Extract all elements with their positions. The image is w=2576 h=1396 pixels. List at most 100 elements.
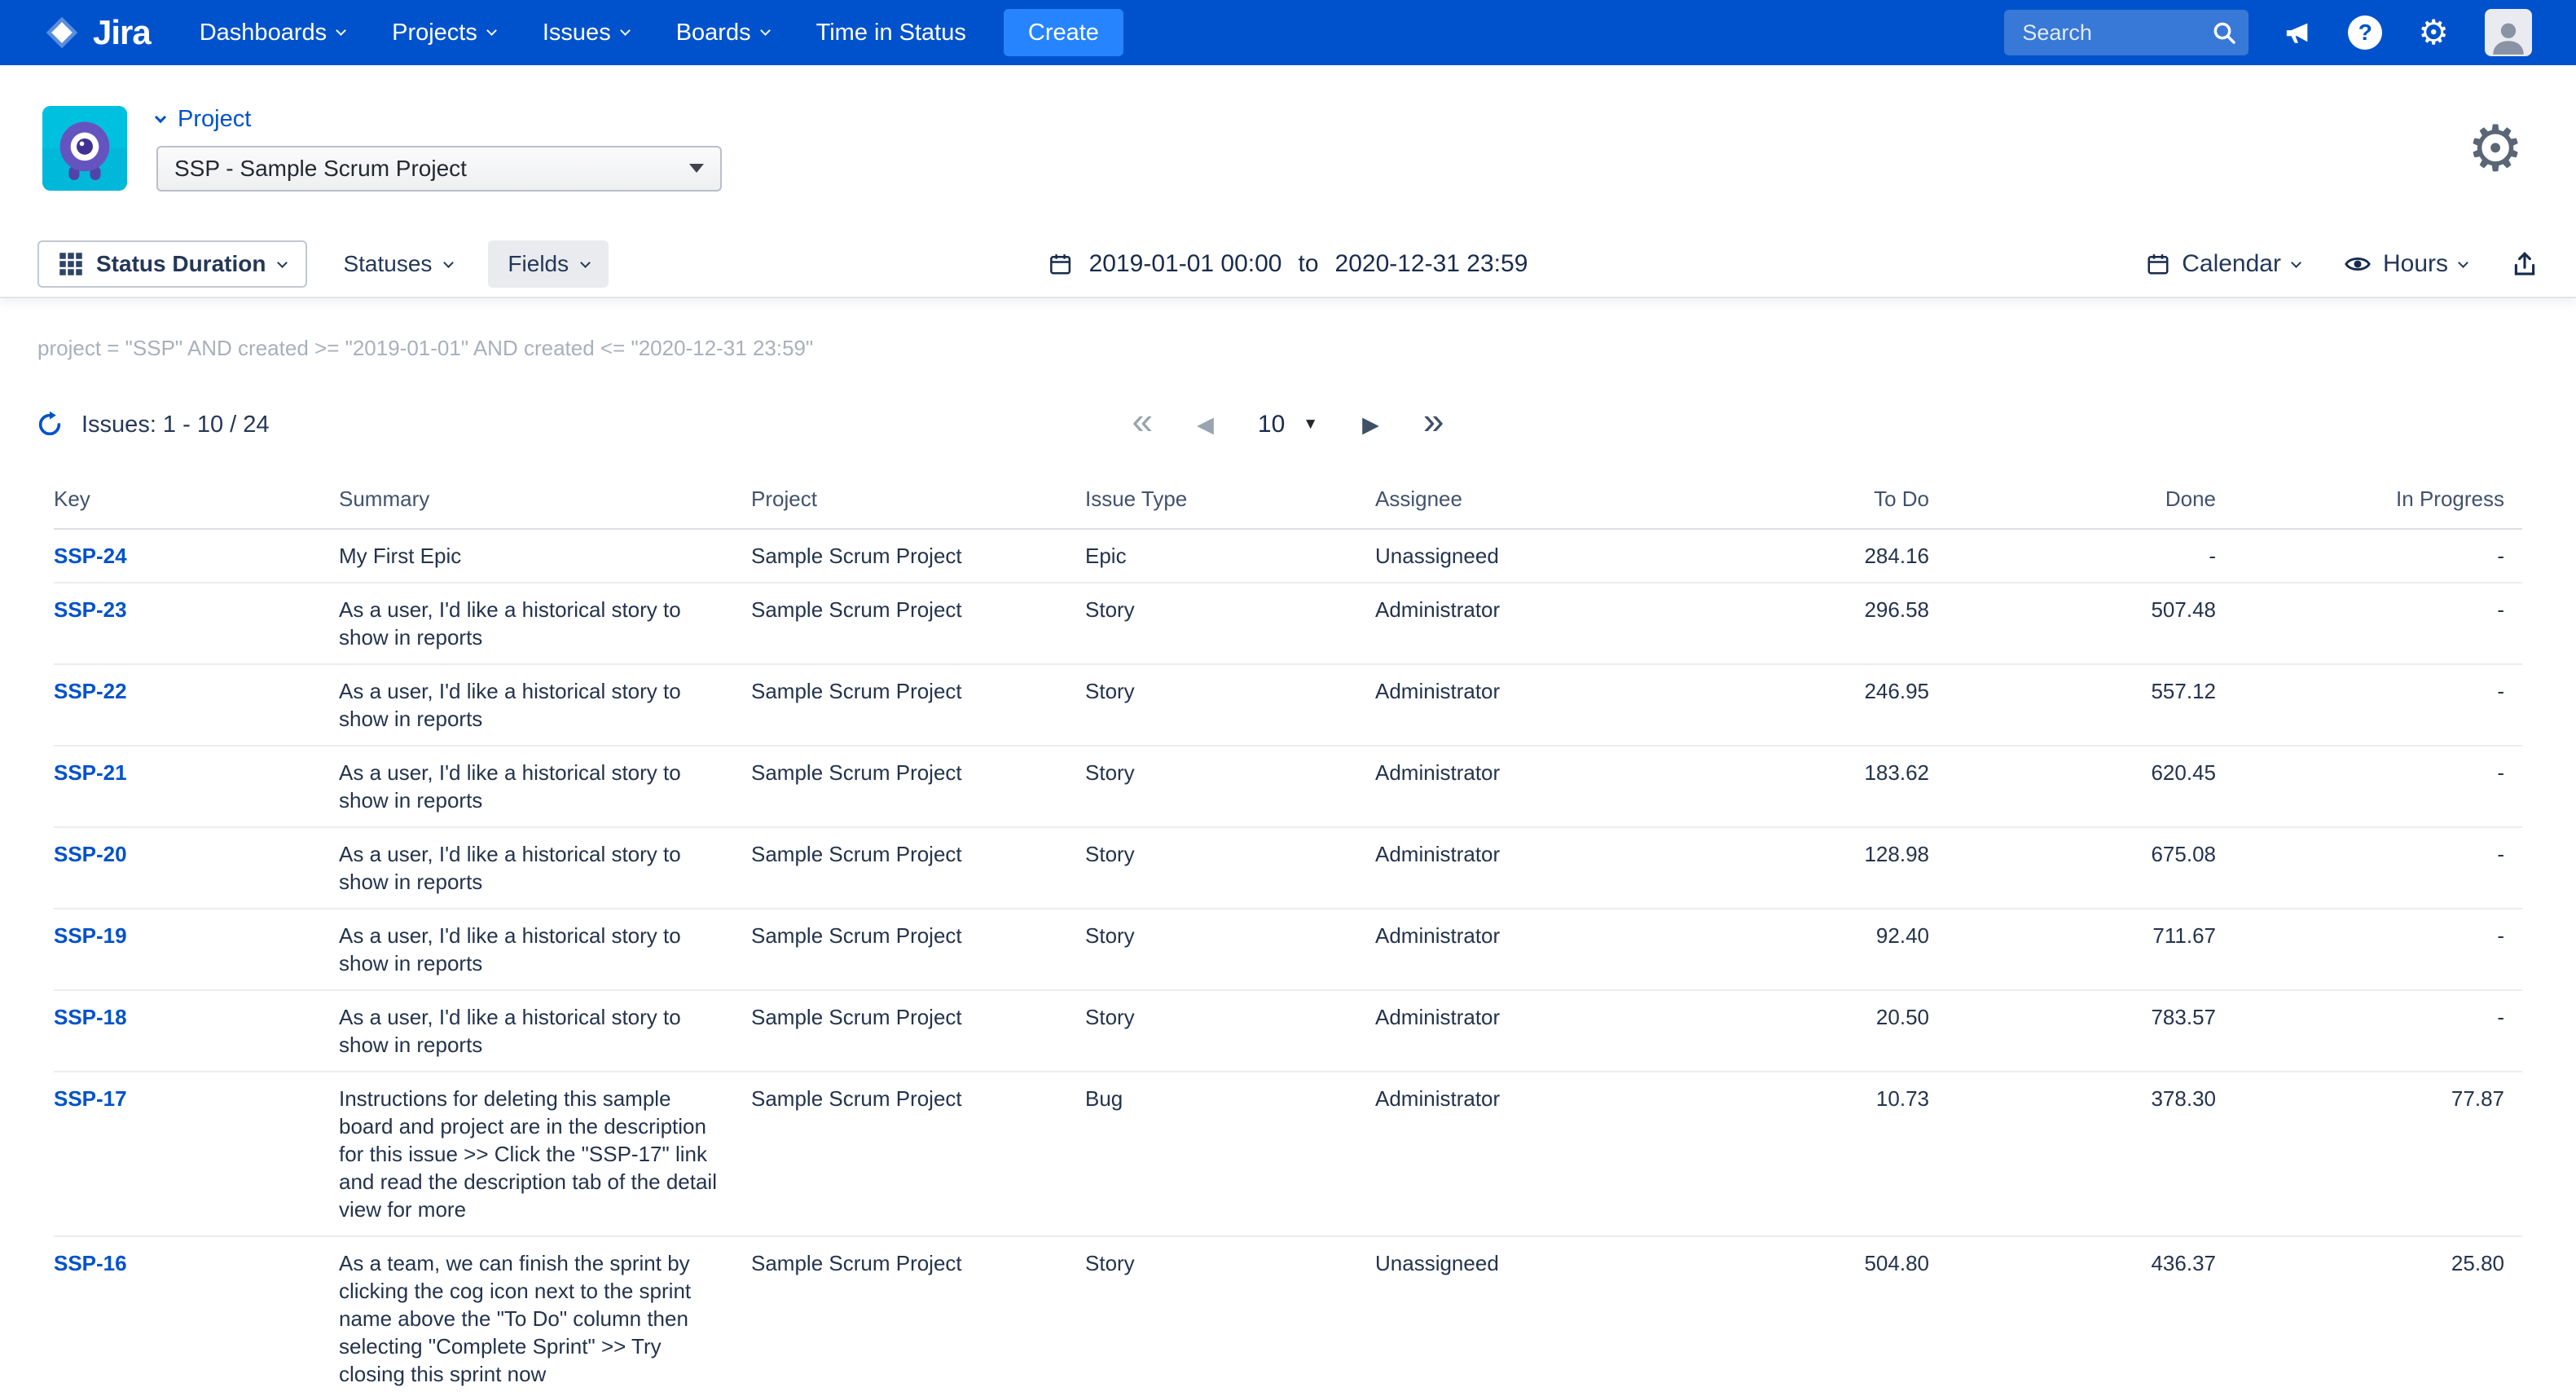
issue-key-link[interactable]: SSP-17 (54, 1086, 127, 1111)
nav-item-issues[interactable]: Issues (543, 20, 629, 46)
issue-summary: Instructions for deleting this sample bo… (339, 1072, 751, 1236)
table-row: SSP-21 As a user, I'd like a historical … (54, 746, 2522, 827)
project-avatar (42, 106, 127, 191)
issue-project: Sample Scrum Project (751, 746, 1085, 827)
export-icon (2511, 250, 2539, 278)
issue-done-value: - (1929, 529, 2216, 583)
nav-item-label: Dashboards (200, 20, 327, 46)
table-row: SSP-22 As a user, I'd like a historical … (54, 664, 2522, 746)
nav-item-label: Projects (392, 20, 477, 46)
issue-type: Story (1085, 990, 1375, 1072)
issue-todo-value: 246.95 (1701, 664, 1929, 746)
page-size-value: 10 (1258, 411, 1285, 438)
toolbar-left: Status Duration Statuses Fields (37, 240, 609, 288)
issue-assignee: Unassigneed (1375, 1236, 1701, 1396)
calendar-dropdown-button[interactable]: Calendar (2146, 240, 2300, 288)
issue-project: Sample Scrum Project (751, 1236, 1085, 1396)
refresh-icon[interactable] (36, 411, 64, 438)
nav-item-label: Boards (676, 20, 751, 46)
issue-done-value: 711.67 (1929, 909, 2216, 990)
issue-inprogress-value: 77.87 (2216, 1072, 2522, 1236)
status-duration-button[interactable]: Status Duration (37, 240, 307, 288)
date-range[interactable]: 2019-01-01 00:00 to 2020-12-31 23:59 (1048, 250, 1528, 278)
help-icon[interactable]: ? (2348, 15, 2382, 50)
column-header-assignee: Assignee (1375, 487, 1701, 529)
issue-todo-value: 296.58 (1701, 583, 1929, 664)
fields-button[interactable]: Fields (488, 240, 609, 288)
results-bar: Issues: 1 - 10 / 24 « ◀ 10 ▼ ▶ » (0, 399, 2576, 451)
eye-icon (2344, 250, 2372, 278)
issue-project: Sample Scrum Project (751, 664, 1085, 746)
issue-summary: As a user, I'd like a historical story t… (339, 827, 751, 909)
issue-key-link[interactable]: SSP-16 (54, 1251, 127, 1275)
calendar-dropdown-label: Calendar (2182, 250, 2281, 278)
project-select[interactable]: SSP - Sample Scrum Project (156, 146, 722, 192)
table-row: SSP-20 As a user, I'd like a historical … (54, 827, 2522, 909)
settings-gear-icon[interactable]: ⚙ (2418, 15, 2449, 50)
chevron-down-icon (444, 258, 455, 268)
issue-todo-value: 20.50 (1701, 990, 1929, 1072)
date-to: 2020-12-31 23:59 (1335, 250, 1528, 278)
nav-item-label: Issues (543, 20, 611, 46)
project-select-value: SSP - Sample Scrum Project (174, 156, 467, 182)
page-size-select[interactable]: 10 ▼ (1258, 411, 1318, 438)
issue-type: Bug (1085, 1072, 1375, 1236)
status-duration-label: Status Duration (96, 251, 266, 277)
nav-item-boards[interactable]: Boards (676, 20, 769, 46)
chevron-down-icon (336, 25, 346, 36)
issue-assignee: Administrator (1375, 990, 1701, 1072)
issue-assignee: Administrator (1375, 583, 1701, 664)
issues-table: KeySummaryProjectIssue TypeAssigneeTo Do… (54, 487, 2522, 1396)
search-icon (2211, 20, 2237, 46)
date-from: 2019-01-01 00:00 (1089, 250, 1282, 278)
issue-key-link[interactable]: SSP-20 (54, 842, 127, 866)
table-row: SSP-24 My First Epic Sample Scrum Projec… (54, 529, 2522, 583)
feedback-megaphone-icon[interactable] (2284, 19, 2312, 46)
pagination-prev-button[interactable]: ◀ (1197, 414, 1214, 436)
calendar-icon (2146, 252, 2170, 276)
navbar-items: Dashboards Projects Issues Boards Time in St… (200, 20, 966, 46)
statuses-label: Statuses (343, 251, 432, 277)
export-button[interactable] (2511, 240, 2539, 288)
issue-inprogress-value: - (2216, 990, 2522, 1072)
pagination-first-button[interactable]: « (1132, 402, 1154, 439)
create-button[interactable]: Create (1004, 9, 1123, 56)
issue-summary: As a user, I'd like a historical story t… (339, 746, 751, 827)
brand-name: Jira (93, 13, 151, 52)
user-avatar[interactable] (2485, 9, 2532, 56)
column-header-issue-type: Issue Type (1085, 487, 1375, 529)
issue-done-value: 436.37 (1929, 1236, 2216, 1396)
issue-summary: As a team, we can finish the sprint by c… (339, 1236, 751, 1396)
project-header: Project SSP - Sample Scrum Project ⚙ (0, 65, 2576, 231)
chevron-down-icon (278, 258, 288, 268)
hours-dropdown-label: Hours (2383, 250, 2448, 278)
nav-item-label: Time in Status (816, 20, 966, 46)
jira-home-link[interactable]: Jira (44, 13, 151, 52)
pagination-last-button[interactable]: » (1423, 402, 1444, 439)
table-row: SSP-19 As a user, I'd like a historical … (54, 909, 2522, 990)
column-header-done: Done (1929, 487, 2216, 529)
issue-inprogress-value: - (2216, 827, 2522, 909)
page-settings-gear-icon[interactable]: ⚙ (2467, 117, 2524, 180)
nav-item-projects[interactable]: Projects (392, 20, 495, 46)
pagination-next-button[interactable]: ▶ (1362, 414, 1379, 436)
issue-assignee: Administrator (1375, 664, 1701, 746)
caret-down-icon: ▼ (1303, 416, 1318, 434)
issue-key-link[interactable]: SSP-19 (54, 923, 127, 948)
issue-key-link[interactable]: SSP-24 (54, 544, 127, 568)
table-row: SSP-18 As a user, I'd like a historical … (54, 990, 2522, 1072)
issue-type: Story (1085, 583, 1375, 664)
issue-type: Story (1085, 1236, 1375, 1396)
search-box (2004, 10, 2249, 55)
issue-key-link[interactable]: SSP-22 (54, 679, 127, 703)
nav-item-time-in-status[interactable]: Time in Status (816, 20, 966, 46)
nav-item-dashboards[interactable]: Dashboards (200, 20, 345, 46)
hours-dropdown-button[interactable]: Hours (2344, 240, 2467, 288)
issue-key-link[interactable]: SSP-21 (54, 760, 127, 785)
project-meta: Project SSP - Sample Scrum Project (156, 106, 722, 192)
issue-key-link[interactable]: SSP-18 (54, 1005, 127, 1029)
statuses-button[interactable]: Statuses (323, 240, 472, 288)
project-section-toggle[interactable]: Project (156, 106, 722, 133)
navbar-right: ? ⚙ (2004, 9, 2532, 56)
issue-key-link[interactable]: SSP-23 (54, 597, 127, 622)
